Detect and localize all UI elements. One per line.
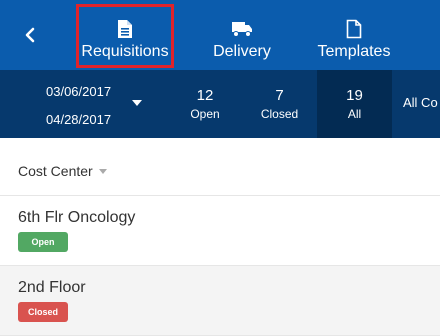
date-start: 03/06/2017 — [46, 84, 112, 99]
date-range-picker[interactable]: 03/06/2017 04/28/2017 — [0, 70, 165, 138]
closed-label: Closed — [260, 107, 299, 121]
sort-row[interactable]: Cost Center — [0, 138, 440, 196]
tab-delivery[interactable]: Delivery — [206, 0, 278, 70]
chevron-left-icon — [25, 27, 35, 43]
all-label: All — [347, 107, 362, 121]
date-end: 04/28/2017 — [46, 112, 112, 127]
status-badge: Open — [18, 232, 68, 252]
closed-count: 7 — [275, 87, 284, 104]
all-count: 19 — [346, 87, 363, 104]
truck-icon — [231, 18, 253, 40]
back-button[interactable] — [18, 23, 42, 47]
status-badge: Closed — [18, 302, 68, 322]
tab-templates-label: Templates — [317, 43, 391, 60]
filter-open[interactable]: 12 Open — [180, 70, 230, 138]
document-icon — [117, 18, 133, 40]
tab-delivery-label: Delivery — [213, 43, 271, 60]
list-item[interactable]: 6th Flr Oncology Open — [0, 196, 440, 266]
filter-bar: 03/06/2017 04/28/2017 12 Open 7 Closed 1… — [0, 70, 440, 138]
tab-requisitions[interactable]: Requisitions — [76, 0, 174, 70]
open-label: Open — [190, 107, 220, 121]
filter-closed[interactable]: 7 Closed — [252, 70, 307, 138]
caret-down-icon — [99, 169, 107, 174]
filter-all[interactable]: 19 All — [317, 70, 392, 138]
sort-label: Cost Center — [18, 163, 93, 179]
top-nav-bar: Requisitions Delivery Templates — [0, 0, 440, 70]
status-filter-select[interactable]: All Co — [403, 95, 438, 110]
item-title: 6th Flr Oncology — [18, 209, 136, 226]
caret-down-icon — [132, 100, 142, 106]
tab-templates[interactable]: Templates — [310, 0, 398, 70]
tab-requisitions-label: Requisitions — [81, 43, 169, 60]
open-count: 12 — [196, 87, 214, 104]
item-title: 2nd Floor — [18, 279, 86, 296]
list-item[interactable]: 2nd Floor Closed — [0, 266, 440, 336]
blank-document-icon — [346, 18, 362, 40]
